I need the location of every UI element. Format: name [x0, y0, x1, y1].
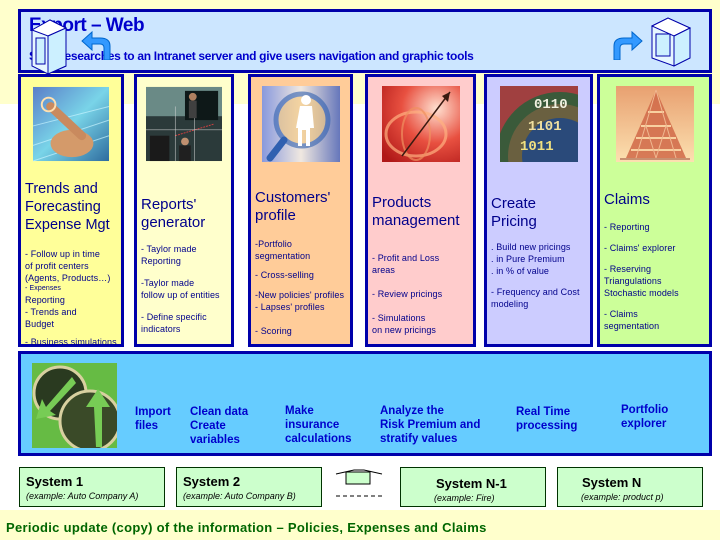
column-create-pricing: 0110 1101 1011 Create Pricing . Build ne…	[484, 74, 593, 347]
column-title: Create Pricing	[491, 195, 537, 230]
list-item: follow up of entities	[141, 290, 220, 300]
binary-sphere-image: 0110 1101 1011	[499, 86, 578, 162]
hand-pointing-screen-image	[33, 86, 109, 162]
process-step-calculations: Make insurance calculations	[285, 405, 352, 445]
server-left-icon	[30, 19, 68, 75]
svg-text:1101: 1101	[528, 119, 562, 135]
column-title: Claims	[604, 191, 650, 208]
periodic-update-caption: Periodic update (copy) of the informatio…	[6, 520, 487, 535]
ellipsis-connector-icon	[335, 469, 383, 497]
list-item: Budget	[25, 319, 55, 329]
process-step-clean: Clean data Create variables	[190, 406, 249, 446]
column-items: - Profit and Loss areas - Review pricing…	[372, 252, 442, 336]
column-reports-generator: Reports' generator - Taylor made Reporti…	[134, 74, 234, 347]
list-item: - Cross-selling	[255, 270, 315, 280]
list-item: segmentation	[255, 251, 311, 261]
process-step-portfolio: Portfolio explorer	[621, 404, 669, 430]
system-example: (example: Fire)	[434, 493, 495, 503]
column-items: - Taylor made Reporting -Taylor made fol…	[141, 243, 220, 335]
list-item: - Trends and	[25, 307, 77, 317]
column-trends-forecasting: Trends and Forecasting Expense Mgt - Fol…	[18, 74, 124, 347]
system-1-box: System 1 (example: Auto Company A)	[19, 467, 165, 507]
system-title: System 2	[183, 474, 241, 489]
list-item: - Scoring	[255, 326, 292, 336]
magnifier-person-image	[261, 86, 340, 162]
system-example: (example: Auto Company B)	[183, 491, 296, 501]
column-claims: Claims - Reporting - Claims' explorer - …	[597, 74, 712, 347]
list-item: on new pricings	[372, 325, 437, 335]
system-title: System N	[582, 475, 642, 490]
list-item: areas	[372, 265, 396, 275]
arrow-forward-icon	[613, 30, 643, 60]
list-item: - Frequency and Cost	[491, 287, 580, 297]
list-item: - Reserving	[604, 264, 652, 274]
system-title: System 1	[26, 474, 84, 489]
column-items: . Build new pricings . in Pure Premium .…	[491, 241, 580, 310]
column-items: - Reporting - Claims' explorer - Reservi…	[604, 221, 679, 332]
list-item: (Agents, Products…)	[25, 273, 111, 283]
presentation-meeting-image	[146, 86, 222, 162]
list-item: -New policies' profiles	[255, 290, 345, 300]
server-right-icon	[650, 17, 692, 67]
list-item: - Taylor made	[141, 244, 197, 254]
arrow-back-icon	[81, 30, 111, 60]
list-item: . in Pure Premium	[491, 254, 565, 264]
system-example: (example: product p)	[581, 492, 664, 502]
svg-text:1011: 1011	[520, 139, 554, 155]
list-item: Triangulations	[604, 276, 662, 286]
list-item: - Business simulations	[25, 337, 117, 347]
list-item: - Reporting	[604, 222, 650, 232]
system-n-box: System N (example: product p)	[557, 467, 703, 507]
list-item: Reporting	[141, 256, 181, 266]
list-item: - Lapses' profiles	[255, 302, 325, 312]
column-items: - Follow up in time of profit centers (A…	[25, 248, 117, 348]
list-item: . Build new pricings	[491, 242, 571, 252]
column-products-management: Products management - Profit and Loss ar…	[365, 74, 476, 347]
list-item: - Claims	[604, 309, 638, 319]
list-item: Stochastic models	[604, 288, 679, 298]
column-items: -Portfolio segmentation - Cross-selling …	[255, 238, 344, 337]
list-item: - Claims' explorer	[604, 243, 676, 253]
list-item: - Define specific	[141, 312, 207, 322]
list-item: of profit centers	[25, 261, 89, 271]
system-title: System N-1	[436, 476, 507, 491]
list-item: - Simulations	[372, 313, 426, 323]
column-title: Trends and Forecasting Expense Mgt	[25, 181, 110, 233]
process-step-import: Import files	[135, 406, 171, 432]
list-item: indicators	[141, 324, 181, 334]
column-title: Customers' profile	[255, 189, 331, 224]
compass-arrows-image	[32, 363, 117, 448]
house-of-cards-image	[615, 86, 694, 162]
list-item: - Follow up in time	[25, 249, 100, 259]
process-step-analyze: Analyze the Risk Premium and stratify va…	[380, 405, 481, 445]
column-title: Reports' generator	[141, 196, 206, 231]
system-2-box: System 2 (example: Auto Company B)	[176, 467, 322, 507]
system-example: (example: Auto Company A)	[26, 491, 139, 501]
svg-text:0110: 0110	[534, 97, 568, 113]
system-n-1-box: System N-1 (example: Fire)	[400, 467, 546, 507]
process-band: Import files Clean data Create variables…	[18, 351, 712, 456]
list-item: Reporting	[25, 295, 65, 305]
list-item: -Taylor made	[141, 278, 195, 288]
process-step-realtime: Real Time processing	[516, 406, 578, 432]
list-item: - Review pricings	[372, 289, 443, 299]
list-item: . in % of value	[491, 266, 550, 276]
list-item: -Portfolio	[255, 239, 293, 249]
column-customers-profile: Customers' profile -Portfolio segmentati…	[248, 74, 353, 347]
column-title: Products management	[372, 194, 460, 229]
list-item: - Profit and Loss	[372, 253, 440, 263]
list-item: - Expenses	[25, 285, 62, 292]
globe-arrow-image	[381, 86, 460, 162]
list-item: segmentation	[604, 321, 660, 331]
list-item: modeling	[491, 299, 529, 309]
